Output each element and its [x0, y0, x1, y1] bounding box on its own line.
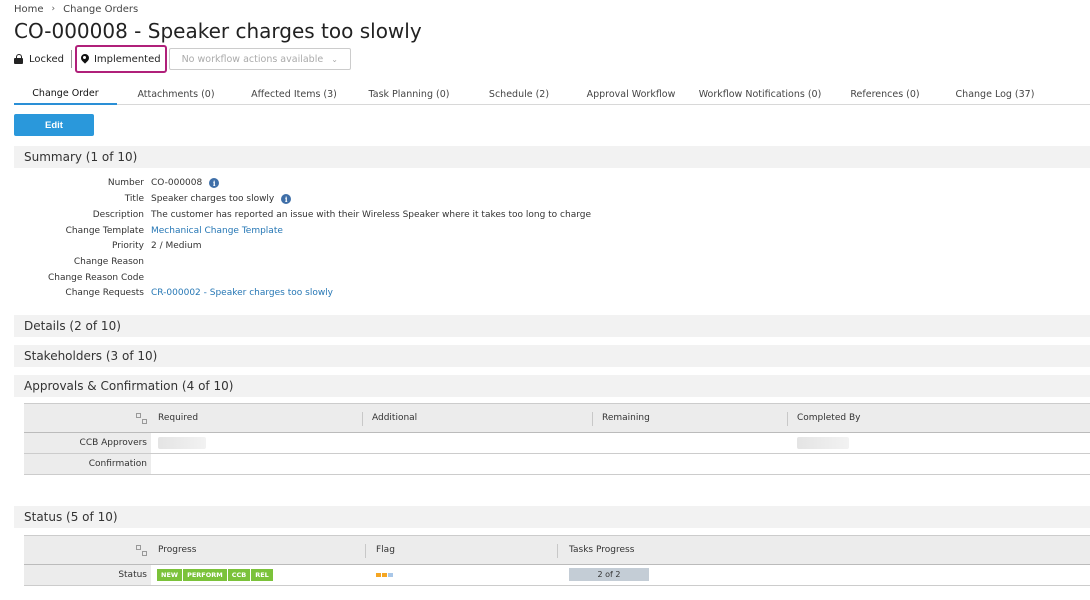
col-divider	[592, 412, 593, 426]
breadcrumb-separator-icon: ›	[51, 4, 56, 14]
workflow-actions-dropdown[interactable]: No workflow actions available ⌄	[168, 48, 351, 70]
col-remaining: Remaining	[602, 413, 650, 423]
info-icon[interactable]: i	[209, 178, 220, 188]
column-settings-icon[interactable]	[136, 413, 148, 425]
col-divider	[362, 412, 363, 426]
field-label-change-reason: Change Reason	[73, 257, 144, 267]
tab-workflow-notifications[interactable]: Workflow Notifications (0)	[689, 83, 831, 105]
col-tasks-progress: Tasks Progress	[569, 545, 635, 555]
column-settings-icon[interactable]	[136, 545, 148, 557]
approvals-table: Required Additional Remaining Completed …	[24, 403, 1090, 475]
lock-label: Locked	[29, 53, 64, 65]
tab-affected-items[interactable]: Affected Items (3)	[235, 83, 353, 105]
field-label-change-reason-code: Change Reason Code	[47, 273, 144, 283]
status-table: Progress Flag Tasks Progress Status NEW …	[24, 535, 1090, 586]
section-approvals-header[interactable]: Approvals & Confirmation (4 of 10)	[14, 375, 1090, 397]
tab-schedule[interactable]: Schedule (2)	[465, 83, 573, 105]
number-value: CO-000008	[151, 178, 203, 188]
change-template-link[interactable]: Mechanical Change Template	[151, 226, 283, 236]
section-status-header[interactable]: Status (5 of 10)	[14, 506, 1090, 528]
tasks-progress-bar: 2 of 2	[569, 568, 649, 581]
row-label-status: Status	[24, 565, 151, 585]
field-value-title: Speaker charges too slowly i	[151, 194, 292, 204]
edit-button[interactable]: Edit	[14, 114, 94, 136]
col-completed-by: Completed By	[797, 413, 861, 423]
col-additional: Additional	[372, 413, 418, 423]
info-icon[interactable]: i	[281, 194, 292, 204]
field-value-priority: 2 / Medium	[151, 241, 202, 251]
tab-bar: Change Order Attachments (0) Affected It…	[14, 83, 1090, 105]
col-progress: Progress	[158, 545, 197, 555]
row-label-confirmation: Confirmation	[24, 454, 151, 474]
table-row: Status NEW PERFORM CCB REL 2 of 2	[24, 565, 1090, 586]
progress-badge-new: NEW	[157, 569, 183, 581]
approvals-table-header: Required Additional Remaining Completed …	[24, 403, 1090, 433]
col-divider	[365, 544, 366, 558]
section-details-header[interactable]: Details (2 of 10)	[14, 315, 1090, 337]
field-label-change-requests: Change Requests	[65, 288, 144, 298]
lock-status: Locked	[14, 54, 64, 65]
change-request-link[interactable]: CR-000002 - Speaker charges too slowly	[151, 288, 333, 298]
redacted-avatar	[797, 437, 849, 449]
tab-attachments[interactable]: Attachments (0)	[117, 83, 235, 105]
workflow-state-label: Implemented	[93, 53, 161, 65]
progress-badge-rel: REL	[251, 569, 273, 581]
page-title: CO-000008 - Speaker charges too slowly	[14, 19, 422, 43]
table-row: Confirmation	[24, 454, 1090, 475]
progress-badges: NEW PERFORM CCB REL	[157, 569, 273, 581]
status-bar: Locked Implemented No workflow actions a…	[14, 45, 351, 73]
chevron-down-icon: ⌄	[331, 54, 338, 64]
tab-change-order[interactable]: Change Order	[14, 83, 117, 105]
workflow-state-badge: Implemented	[74, 45, 167, 73]
breadcrumb: Home › Change Orders	[14, 2, 138, 16]
col-required: Required	[158, 413, 199, 423]
tab-task-planning[interactable]: Task Planning (0)	[353, 83, 465, 105]
breadcrumb-change-orders-link[interactable]: Change Orders	[63, 4, 138, 15]
progress-badge-ccb: CCB	[227, 569, 251, 581]
field-label-priority: Priority	[111, 241, 144, 251]
tab-change-log[interactable]: Change Log (37)	[939, 83, 1051, 105]
breadcrumb-home-link[interactable]: Home	[14, 4, 44, 15]
field-value-number: CO-000008 i	[151, 178, 220, 188]
tab-approval-workflow[interactable]: Approval Workflow	[573, 83, 689, 105]
field-label-change-template: Change Template	[65, 226, 144, 236]
field-label-title: Title	[124, 194, 144, 204]
col-divider	[557, 544, 558, 558]
tab-references[interactable]: References (0)	[831, 83, 939, 105]
row-label-ccb-approvers: CCB Approvers	[24, 433, 151, 453]
redacted-avatar	[158, 437, 206, 449]
status-table-header: Progress Flag Tasks Progress	[24, 535, 1090, 565]
field-label-number: Number	[107, 178, 144, 188]
title-value: Speaker charges too slowly	[151, 194, 275, 204]
flag-indicator	[376, 573, 393, 577]
workflow-actions-label: No workflow actions available	[181, 53, 324, 65]
col-flag: Flag	[376, 545, 395, 555]
field-label-description: Description	[92, 210, 144, 220]
progress-badge-perform: PERFORM	[183, 569, 227, 581]
table-row: CCB Approvers	[24, 433, 1090, 454]
field-value-description: The customer has reported an issue with …	[151, 210, 591, 220]
status-divider	[70, 50, 72, 68]
lock-icon	[14, 54, 23, 64]
col-divider	[787, 412, 788, 426]
location-pin-icon	[79, 51, 91, 65]
section-summary-header[interactable]: Summary (1 of 10)	[14, 146, 1090, 168]
section-stakeholders-header[interactable]: Stakeholders (3 of 10)	[14, 345, 1090, 367]
